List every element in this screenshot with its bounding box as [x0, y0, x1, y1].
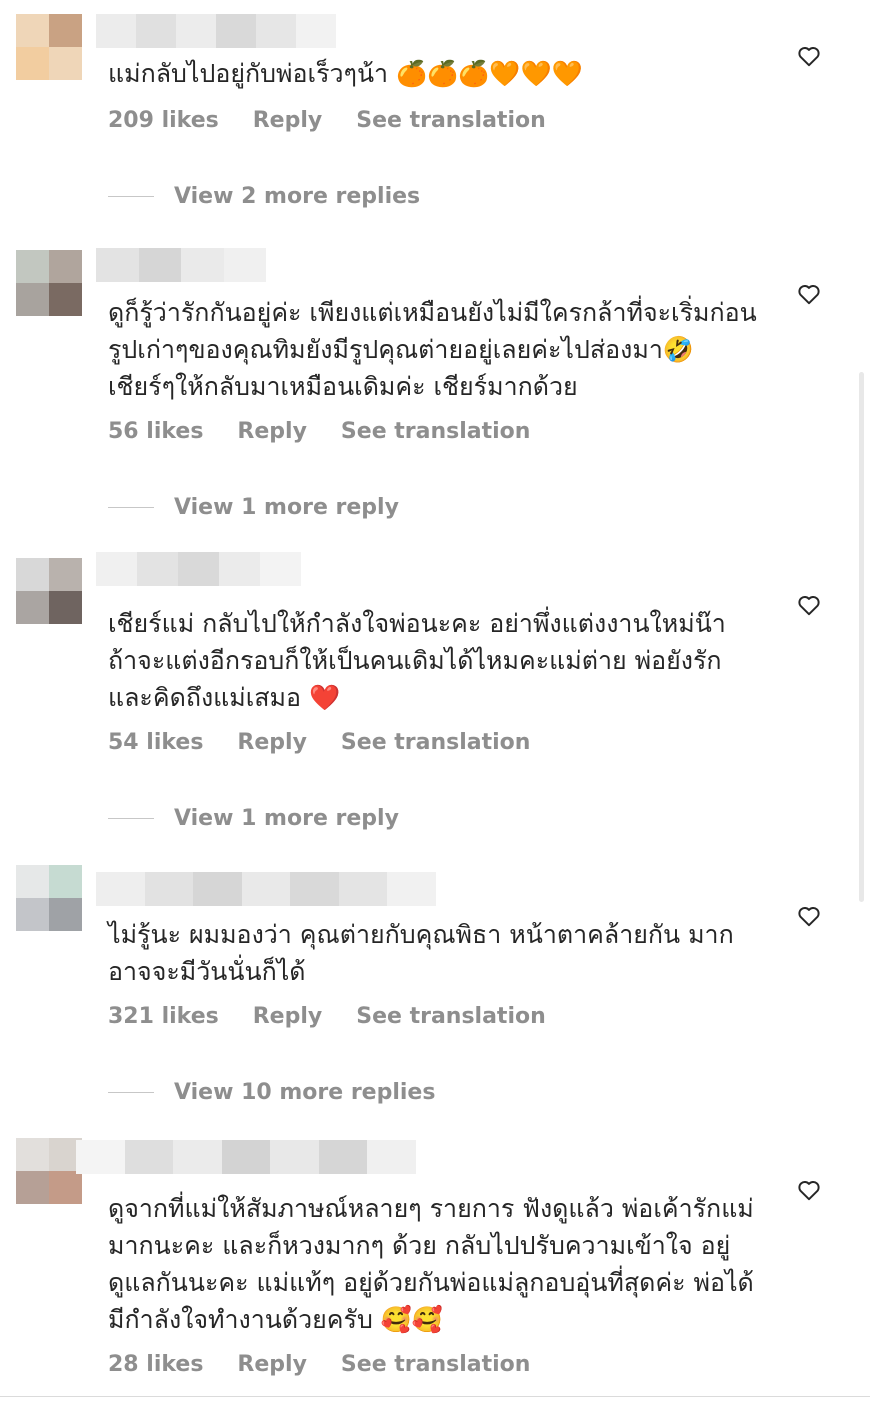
- heart-icon[interactable]: [796, 1177, 822, 1203]
- username-blurred[interactable]: [96, 14, 336, 48]
- comment-text: เชียร์แม่ กลับไปให้กำลังใจพ่อนะคะ อย่าพึ…: [108, 609, 726, 712]
- avatar[interactable]: [16, 14, 82, 80]
- view-replies-label: View 1 more reply: [174, 494, 399, 520]
- likes-count: 209 likes: [108, 108, 219, 133]
- username-blurred[interactable]: [96, 552, 301, 586]
- avatar[interactable]: [16, 250, 82, 316]
- heart-icon[interactable]: [796, 281, 822, 307]
- heart-icon[interactable]: [796, 592, 822, 618]
- likes-count: 28 likes: [108, 1352, 204, 1377]
- likes-count: 56 likes: [108, 419, 204, 444]
- reply-button[interactable]: Reply: [253, 108, 323, 138]
- comment-actions: 54 likes Reply See translation: [108, 730, 530, 760]
- comment-actions: 28 likes Reply See translation: [108, 1352, 530, 1382]
- divider: [108, 1091, 154, 1093]
- reply-button[interactable]: Reply: [253, 1004, 323, 1034]
- comment-text: ดูก็รู้ว่ารักกันอยู่ค่ะ เพียงแต่เหมือนยั…: [108, 298, 757, 401]
- see-translation-button[interactable]: See translation: [356, 108, 546, 138]
- heart-icon[interactable]: [796, 43, 822, 69]
- comment-actions: 56 likes Reply See translation: [108, 419, 530, 449]
- reply-button[interactable]: Reply: [237, 419, 307, 449]
- comment-text: ไม่รู้นะ ผมมองว่า คุณต่ายกับคุณพิธา หน้า…: [108, 920, 734, 986]
- view-replies-label: View 10 more replies: [174, 1079, 436, 1105]
- see-translation-button[interactable]: See translation: [341, 419, 531, 449]
- reply-button[interactable]: Reply: [237, 730, 307, 760]
- view-more-replies-button[interactable]: View 1 more reply: [108, 492, 399, 522]
- view-replies-label: View 2 more replies: [174, 183, 421, 209]
- username-blurred[interactable]: [96, 248, 266, 282]
- likes-count: 321 likes: [108, 1004, 219, 1029]
- username-blurred[interactable]: [96, 872, 437, 906]
- see-translation-button[interactable]: See translation: [341, 1352, 531, 1382]
- divider: [108, 817, 154, 819]
- heart-icon[interactable]: [796, 903, 822, 929]
- divider: [108, 195, 154, 197]
- comment-actions: 209 likes Reply See translation: [108, 108, 546, 138]
- see-translation-button[interactable]: See translation: [341, 730, 531, 760]
- view-more-replies-button[interactable]: View 10 more replies: [108, 1077, 435, 1107]
- view-replies-label: View 1 more reply: [174, 805, 399, 831]
- scrollbar[interactable]: [859, 372, 864, 902]
- likes-count: 54 likes: [108, 730, 204, 755]
- username-blurred[interactable]: [76, 1140, 417, 1174]
- comment-actions: 321 likes Reply See translation: [108, 1004, 546, 1034]
- avatar[interactable]: [16, 1138, 82, 1204]
- view-more-replies-button[interactable]: View 2 more replies: [108, 181, 420, 211]
- divider: [108, 506, 154, 508]
- comment-text: แม่กลับไปอยู่กับพ่อเร็วๆน้า 🍊🍊🍊🧡🧡🧡: [108, 59, 583, 88]
- view-more-replies-button[interactable]: View 1 more reply: [108, 803, 399, 833]
- avatar[interactable]: [16, 558, 82, 624]
- bottom-divider: [0, 1396, 870, 1397]
- avatar[interactable]: [16, 865, 82, 931]
- see-translation-button[interactable]: See translation: [356, 1004, 546, 1034]
- reply-button[interactable]: Reply: [237, 1352, 307, 1382]
- comment-text: ดูจากที่แม่ให้สัมภาษณ์หลายๆ รายการ ฟังดู…: [108, 1194, 754, 1334]
